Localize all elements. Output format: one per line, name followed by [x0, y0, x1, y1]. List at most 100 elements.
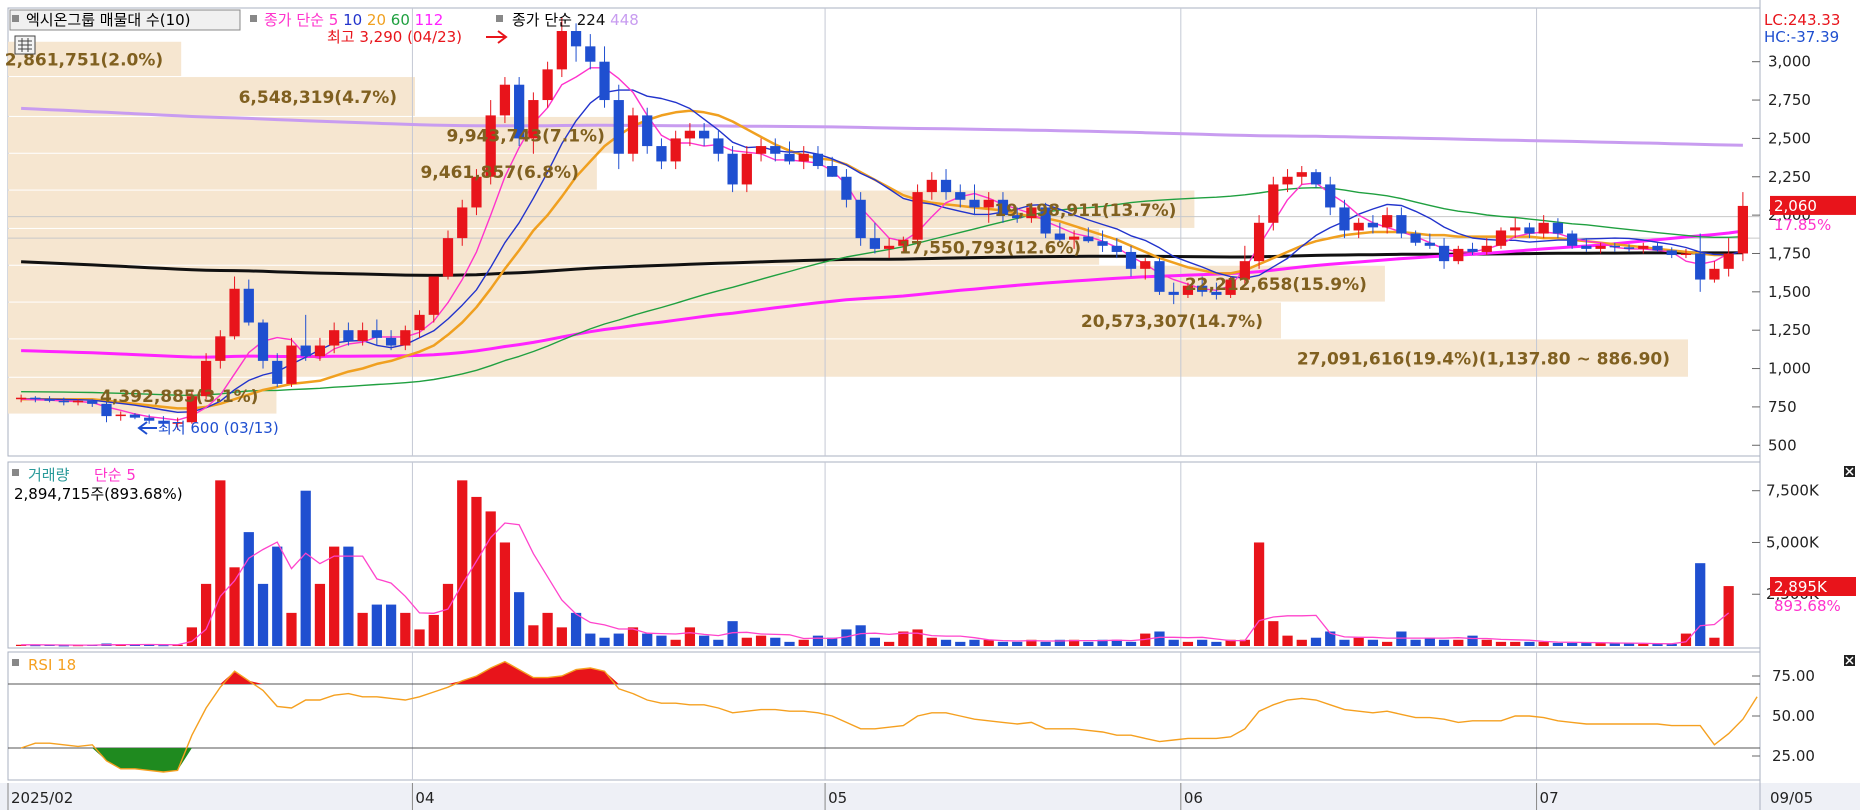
volume-bar [642, 633, 653, 646]
candle-body [940, 179, 952, 193]
x-tick-label: 06 [1184, 789, 1203, 807]
rsi-tick-label: 50.00 [1772, 707, 1815, 725]
candle-body [627, 115, 639, 154]
candle-body [1481, 245, 1492, 252]
volume-bar [585, 633, 596, 646]
x-tick-label: 07 [1540, 789, 1559, 807]
price-tick-label: 1,000 [1768, 360, 1811, 378]
volume-bar [286, 612, 297, 646]
volume-bar [329, 546, 340, 646]
legend-period-5: 5 [329, 11, 343, 29]
price-tick-label: 750 [1768, 398, 1797, 416]
rsi-legend[interactable]: RSI 18 [28, 656, 76, 674]
candle-body [257, 322, 269, 361]
candle-body [670, 138, 681, 162]
candle-body [1552, 222, 1564, 234]
candle-body [656, 146, 667, 162]
volume-bar [926, 637, 937, 646]
volume-profile-label: 27,091,616(19.4%)(1,137.80 ~ 886.90) [1297, 350, 1670, 370]
volume-bar [570, 612, 582, 646]
volume-profile-label: 9,461,857(6.8%) [420, 163, 578, 183]
price-tick-label: 2,750 [1768, 91, 1811, 109]
volume-ma-legend[interactable]: 단순 5 [94, 466, 136, 484]
candle-body [955, 192, 966, 200]
candle-body [1524, 227, 1535, 234]
high-price-label: 최고 3,290 (04/23) [327, 28, 462, 46]
volume-bar [940, 639, 952, 646]
price-tick-label: 1,500 [1768, 283, 1811, 301]
candle-body [1125, 251, 1137, 269]
candle-body [1140, 261, 1151, 269]
volume-legend[interactable]: 거래량 [28, 466, 70, 484]
volume-bar [1253, 542, 1265, 646]
candle-body [570, 31, 582, 47]
volume-bar [670, 639, 681, 646]
price-tick-label: 2,250 [1768, 168, 1811, 186]
volume-bar [1339, 639, 1350, 646]
candle-body [1609, 245, 1620, 248]
candle-body [1623, 247, 1635, 249]
candle-body [684, 130, 696, 139]
candle-body [87, 400, 98, 404]
volume-panel[interactable] [7, 461, 1761, 649]
volume-bar [1396, 631, 1407, 646]
candle-body [1367, 222, 1379, 228]
candle-body [912, 192, 923, 240]
volume-bar [1680, 633, 1692, 646]
current-change: 17.85% [1774, 216, 1831, 234]
candle-body [1268, 184, 1279, 223]
candle-body [371, 330, 382, 338]
price-tick-label: 1,250 [1768, 321, 1811, 339]
volume-bar [713, 639, 724, 646]
candle-body [613, 100, 624, 154]
rsi-panel[interactable] [7, 651, 1761, 781]
candle-body [642, 115, 653, 147]
volume-bar [812, 635, 824, 646]
candle-body [144, 417, 155, 421]
volume-bar [229, 567, 240, 646]
candle-body [1325, 184, 1336, 208]
candle-body [1382, 215, 1393, 228]
legend-period-112: 112 [415, 11, 444, 29]
candle-body [926, 179, 937, 193]
legend-ma2-periods[interactable]: 종가 단순 224 448 [512, 11, 639, 29]
legend-marker-icon [12, 15, 19, 22]
candle-body [1737, 205, 1749, 254]
legend-period-20: 20 [367, 11, 391, 29]
legend-marker-icon [250, 15, 257, 22]
candle-body [1282, 176, 1293, 185]
candle-body [755, 146, 767, 154]
volume-tick-label: 7,500K [1766, 482, 1820, 500]
volume-profile-label: 22,212,658(15.9%) [1185, 275, 1367, 295]
volume-bar [556, 627, 567, 646]
volume-bar [371, 604, 382, 646]
legend-series-title[interactable]: 엑시온그룹 매물대 수(10) [26, 11, 191, 29]
candle-body [1438, 245, 1450, 262]
candle-body [215, 336, 226, 361]
candle-body [1510, 227, 1521, 231]
candle-body [1638, 245, 1649, 249]
rsi-tick-label: 75.00 [1772, 667, 1815, 685]
volume-bar [755, 635, 767, 646]
candle-body [1695, 253, 1706, 280]
x-end-label: 09/05 [1770, 789, 1813, 807]
candle-body [1709, 268, 1720, 280]
volume-bar [1182, 641, 1194, 646]
candle-body [798, 153, 809, 162]
candle-body [855, 199, 866, 239]
legend-ma-periods[interactable]: 종가 단순 5 10 20 60 112 [264, 11, 443, 29]
candle-body [1424, 242, 1435, 246]
candle-body [1410, 233, 1421, 243]
volume-bar [869, 637, 881, 646]
volume-bar [1282, 635, 1293, 646]
volume-bar [699, 635, 710, 646]
candle-body [1168, 291, 1179, 295]
legend-marker-icon [496, 15, 503, 22]
volume-bar [969, 639, 980, 646]
candle-body [741, 153, 752, 185]
volume-bar [1424, 637, 1435, 646]
volume-summary: 2,894,715주(893.68%) [14, 485, 183, 503]
volume-bar [1083, 641, 1094, 646]
volume-bar [1382, 641, 1393, 646]
volume-bar [428, 614, 439, 646]
